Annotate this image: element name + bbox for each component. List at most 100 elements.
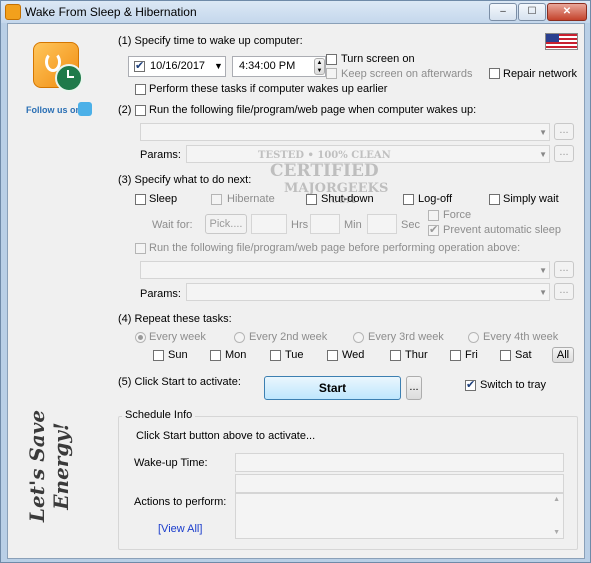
day-wed-checkbox[interactable]	[327, 350, 338, 361]
every-week-label: Every week	[149, 331, 206, 343]
turn-screen-on-label: Turn screen on	[341, 53, 415, 65]
run-before-params-combo[interactable]: ▼	[186, 283, 550, 301]
minimize-button[interactable]: –	[489, 3, 517, 21]
schedule-info-title: Schedule Info	[122, 409, 196, 421]
maximize-button[interactable]: ☐	[518, 3, 546, 21]
logoff-checkbox[interactable]	[403, 194, 414, 205]
sleep-checkbox[interactable]	[135, 194, 146, 205]
schedule-hint: Click Start button above to activate...	[136, 430, 316, 442]
clock-icon	[55, 64, 83, 92]
title-bar[interactable]: Wake From Sleep & Hibernation – ☐ ✕	[1, 1, 590, 23]
start-button[interactable]: Start	[264, 376, 401, 400]
scroll-up-icon[interactable]: ▲	[553, 496, 560, 503]
keep-screen-on-checkbox[interactable]	[326, 68, 337, 79]
section1-label: (1) Specify time to wake up computer:	[118, 35, 303, 47]
section2-label: Run the following file/program/web page …	[149, 104, 477, 116]
every-week-radio[interactable]	[135, 332, 146, 343]
simply-wait-checkbox[interactable]	[489, 194, 500, 205]
day-thur-checkbox[interactable]	[390, 350, 401, 361]
day-tue-checkbox[interactable]	[270, 350, 281, 361]
wait-hours-field[interactable]	[251, 214, 287, 234]
section5-label: (5) Click Start to activate:	[118, 376, 241, 388]
date-enabled-checkbox[interactable]	[134, 59, 145, 72]
every-4th-week-label: Every 4th week	[483, 331, 559, 343]
day-tue-label: Tue	[285, 349, 304, 361]
day-sun-label: Sun	[168, 349, 188, 361]
actions-list[interactable]: ▲ ▼	[235, 493, 564, 539]
every-3rd-week-label: Every 3rd week	[368, 331, 444, 343]
wait-seconds-field[interactable]	[367, 214, 397, 234]
repair-network-checkbox[interactable]	[489, 68, 500, 79]
prevent-sleep-label: Prevent automatic sleep	[443, 224, 562, 236]
run-before-label: Run the following file/program/web page …	[149, 242, 521, 254]
params-label: Params:	[140, 149, 181, 161]
chevron-down-icon[interactable]: ▼	[214, 61, 223, 71]
section4-label: (4) Repeat these tasks:	[118, 313, 232, 325]
simply-wait-label: Simply wait	[503, 193, 559, 205]
actions-label: Actions to perform:	[134, 496, 227, 508]
date-picker[interactable]: 10/16/2017 ▼	[128, 56, 226, 77]
window-title: Wake From Sleep & Hibernation	[25, 5, 197, 19]
turn-screen-on-checkbox[interactable]	[326, 54, 337, 65]
sec-label: Sec	[401, 219, 420, 231]
app-window: Wake From Sleep & Hibernation – ☐ ✕ Foll…	[0, 0, 591, 563]
hibernate-checkbox[interactable]	[211, 194, 222, 205]
slogan: Let's Save Energy!	[25, 409, 73, 523]
select-all-days-button[interactable]: All	[552, 347, 574, 363]
run-after-file-combo[interactable]: ▼	[140, 123, 550, 141]
follow-us-label: Follow us on	[26, 105, 81, 115]
flag-us-icon[interactable]	[545, 33, 578, 50]
day-mon-label: Mon	[225, 349, 247, 361]
watermark-line1: TESTED • 100% CLEAN	[258, 150, 391, 161]
app-icon	[5, 4, 21, 20]
wake-up-time-label: Wake-up Time:	[134, 457, 208, 469]
section2-number: (2)	[118, 104, 132, 116]
main-panel: Follow us on Let's Save Energy! (1) Spec…	[7, 23, 585, 559]
day-mon-checkbox[interactable]	[210, 350, 221, 361]
day-fri-checkbox[interactable]	[450, 350, 461, 361]
force-checkbox[interactable]	[428, 210, 439, 221]
run-after-params-browse-button[interactable]: ...	[554, 145, 574, 162]
every-3rd-week-radio[interactable]	[353, 332, 364, 343]
scroll-down-icon[interactable]: ▼	[553, 529, 560, 536]
day-sun-checkbox[interactable]	[153, 350, 164, 361]
start-options-button[interactable]: ...	[406, 376, 422, 400]
run-before-checkbox[interactable]	[135, 243, 146, 254]
wake-up-time-field-2	[235, 474, 564, 493]
min-label: Min	[344, 219, 362, 231]
run-before-file-combo[interactable]: ▼	[140, 261, 550, 279]
shutdown-label: Shut-down	[321, 193, 374, 205]
pick-button[interactable]: Pick....	[205, 214, 247, 234]
prevent-sleep-checkbox[interactable]	[428, 223, 439, 236]
close-button[interactable]: ✕	[547, 3, 587, 21]
repair-network-label: Repair network	[503, 68, 577, 80]
every-4th-week-radio[interactable]	[468, 332, 479, 343]
run-before-params-browse-button[interactable]: ...	[554, 283, 574, 300]
run-before-params-label: Params:	[140, 288, 181, 300]
run-before-browse-button[interactable]: ...	[554, 261, 574, 278]
logoff-label: Log-off	[418, 193, 453, 205]
shutdown-checkbox[interactable]	[306, 194, 317, 205]
run-after-wake-checkbox[interactable]	[135, 105, 146, 116]
view-all-link[interactable]: [View All]	[158, 523, 202, 535]
hibernate-label: Hibernate	[227, 193, 275, 205]
perform-earlier-checkbox[interactable]	[135, 84, 146, 95]
twitter-icon[interactable]	[78, 102, 92, 116]
every-2nd-week-radio[interactable]	[234, 332, 245, 343]
run-after-browse-button[interactable]: ...	[554, 123, 574, 140]
chevron-down-icon: ▼	[539, 288, 547, 297]
chevron-down-icon: ▼	[539, 266, 547, 275]
day-sat-checkbox[interactable]	[500, 350, 511, 361]
switch-to-tray-checkbox[interactable]	[465, 378, 476, 391]
wake-up-time-field	[235, 453, 564, 472]
chevron-down-icon: ▼	[539, 150, 547, 159]
section3-label: (3) Specify what to do next:	[118, 174, 252, 186]
chevron-down-icon: ▼	[539, 128, 547, 137]
time-spinner[interactable]: ▲ ▼	[314, 58, 325, 75]
time-picker[interactable]: 4:34:00 PM ▲ ▼	[232, 56, 326, 77]
day-sat-label: Sat	[515, 349, 532, 361]
wait-for-label: Wait for:	[152, 219, 193, 231]
date-value: 10/16/2017	[150, 60, 206, 72]
wait-minutes-field[interactable]	[310, 214, 340, 234]
sleep-label: Sleep	[149, 193, 178, 205]
